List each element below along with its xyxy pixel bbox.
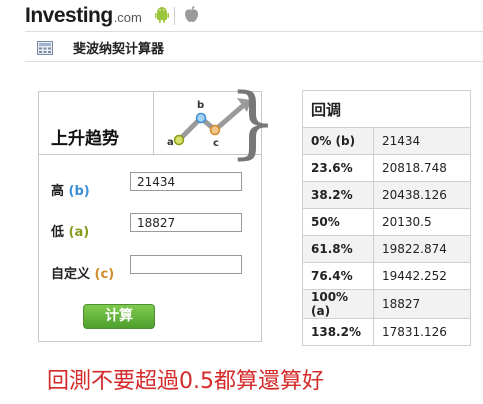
low-label: 低 (a) <box>51 221 89 240</box>
value-cell: 21434 <box>373 127 471 155</box>
level-cell: 50% <box>302 208 374 236</box>
low-input[interactable] <box>130 213 242 232</box>
table-row: 50% 20130.5 <box>302 208 471 236</box>
table-row: 76.4% 19442.252 <box>302 262 471 290</box>
custom-input[interactable] <box>130 255 242 274</box>
high-input[interactable] <box>130 172 242 191</box>
android-icon[interactable] <box>155 6 169 28</box>
level-cell: 100% (a) <box>302 289 374 319</box>
level-cell: 61.8% <box>302 235 374 263</box>
level-cell: 76.4% <box>302 262 374 290</box>
custom-label-letter: (c) <box>94 267 115 282</box>
table-row: 61.8% 19822.874 <box>302 235 471 263</box>
table-row: 100% (a) 18827 <box>302 289 471 319</box>
level-cell: 38.2% <box>302 181 374 209</box>
icon-separator <box>174 7 175 25</box>
trend-title: 上升趋势 <box>51 129 119 149</box>
retracement-header-row: 回调 <box>302 90 471 128</box>
low-label-letter: (a) <box>68 225 90 240</box>
value-cell: 19442.252 <box>373 262 471 290</box>
high-label-text: 高 <box>51 184 65 199</box>
low-label-text: 低 <box>51 225 65 240</box>
graphic-label-a: a <box>167 137 174 148</box>
custom-label-text: 自定义 <box>51 267 91 282</box>
table-row: 23.6% 20818.748 <box>302 154 471 182</box>
value-cell: 20818.748 <box>373 154 471 182</box>
value-cell: 19822.874 <box>373 235 471 263</box>
page-title: 斐波纳契计算器 <box>73 42 165 57</box>
retracement-table: 回调 0% (b) 21434 23.6% 20818.748 38.2% 20… <box>302 90 471 346</box>
trend-divider <box>153 92 154 154</box>
value-cell: 18827 <box>373 289 471 319</box>
graphic-label-c: c <box>213 138 219 149</box>
logo-main-text: Investing <box>25 4 113 27</box>
value-cell: 20438.126 <box>373 181 471 209</box>
table-row: 0% (b) 21434 <box>302 127 471 155</box>
level-cell: 0% (b) <box>302 127 374 155</box>
annotation-note: 回測不要超過0.5都算還算好 <box>47 369 324 394</box>
custom-label: 自定义 (c) <box>51 263 114 282</box>
input-brace: } <box>228 78 278 168</box>
apple-icon[interactable] <box>184 5 199 27</box>
retracement-title: 回调 <box>302 90 471 128</box>
value-cell: 20130.5 <box>373 208 471 236</box>
level-cell: 138.2% <box>302 318 374 346</box>
level-cell: 23.6% <box>302 154 374 182</box>
logo-domain-text: .com <box>113 10 142 25</box>
value-cell: 17831.126 <box>373 318 471 346</box>
graphic-label-b: b <box>197 100 204 111</box>
calculate-button[interactable]: 计算 <box>83 304 155 329</box>
calculator-icon <box>37 40 53 59</box>
high-label-letter: (b) <box>68 184 90 199</box>
top-bar: Investing.com <box>0 0 483 30</box>
page-title-bar: 斐波纳契计算器 <box>25 31 483 62</box>
table-row: 138.2% 17831.126 <box>302 318 471 346</box>
investing-logo[interactable]: Investing.com <box>25 4 142 28</box>
table-row: 38.2% 20438.126 <box>302 181 471 209</box>
high-label: 高 (b) <box>51 180 90 199</box>
